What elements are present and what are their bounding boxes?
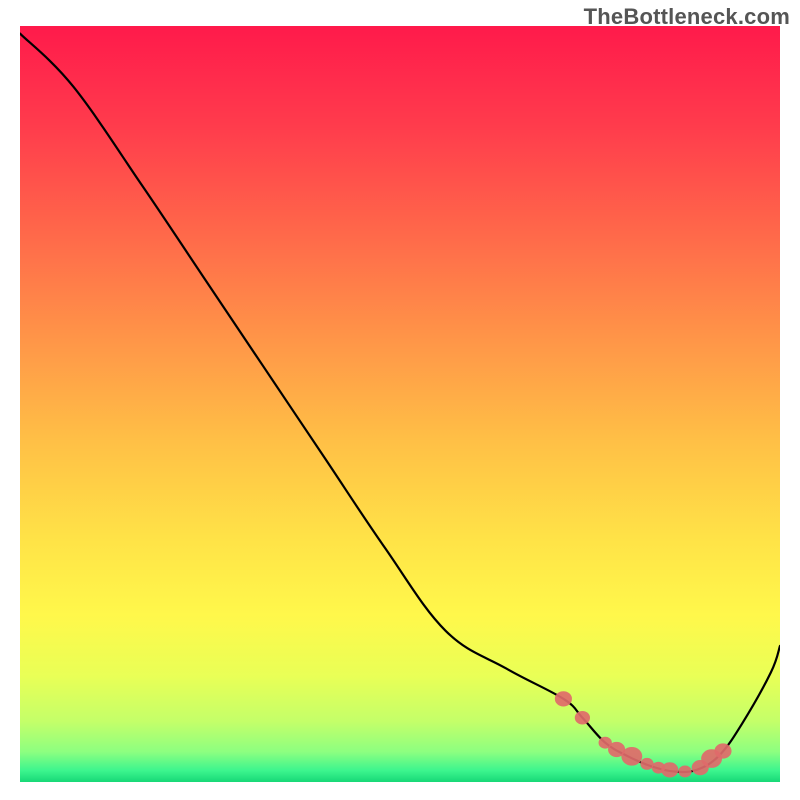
watermark-text: TheBottleneck.com bbox=[584, 4, 790, 30]
chart-frame: TheBottleneck.com bbox=[0, 0, 800, 800]
highlight-dot bbox=[661, 762, 678, 777]
highlight-dot bbox=[714, 743, 731, 758]
gradient-background bbox=[20, 26, 780, 782]
highlight-dot bbox=[678, 765, 691, 777]
chart-svg bbox=[20, 26, 780, 782]
highlight-dot bbox=[621, 747, 642, 766]
highlight-dot bbox=[555, 691, 572, 706]
plot-area bbox=[20, 26, 780, 782]
highlight-dot bbox=[575, 711, 590, 725]
highlight-dot bbox=[640, 758, 653, 770]
